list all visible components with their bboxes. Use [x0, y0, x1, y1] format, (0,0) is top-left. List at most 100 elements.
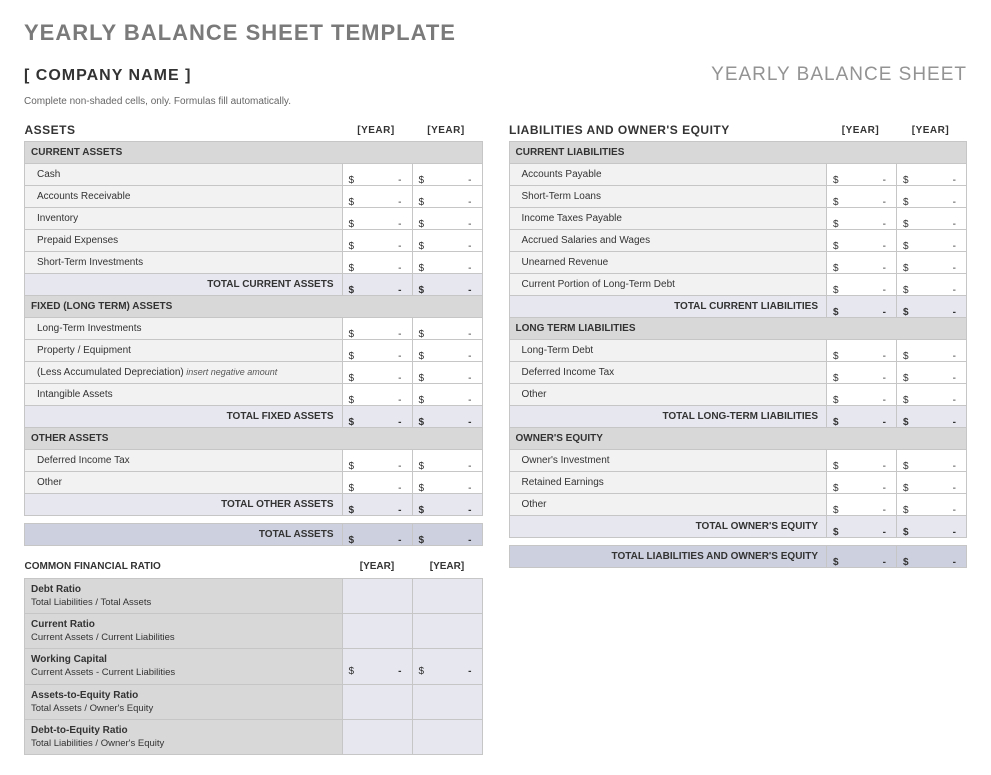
value-cell[interactable]: $-: [342, 164, 412, 186]
liab-year-2[interactable]: [YEAR]: [897, 119, 967, 142]
ratio-value: [412, 613, 482, 648]
value-cell[interactable]: $-: [342, 340, 412, 362]
table-row: Deferred Income Tax$-$-: [509, 362, 967, 384]
ratio-value: [412, 719, 482, 754]
value-cell[interactable]: $-: [342, 186, 412, 208]
table-row: Owner's Investment$-$-: [509, 450, 967, 472]
ratio-value: [412, 578, 482, 613]
liab-year-1[interactable]: [YEAR]: [827, 119, 897, 142]
table-row: Accrued Salaries and Wages$-$-: [509, 230, 967, 252]
value-cell[interactable]: $-: [412, 164, 482, 186]
row-label: Income Taxes Payable: [509, 208, 827, 230]
table-row: Deferred Income Tax$-$-: [25, 450, 483, 472]
value-cell[interactable]: $-: [827, 340, 897, 362]
value-cell[interactable]: $-: [897, 252, 967, 274]
ratios-table: COMMON FINANCIAL RATIO [YEAR] [YEAR] Deb…: [24, 556, 483, 755]
ratio-value: [342, 613, 412, 648]
value-cell[interactable]: $-: [897, 494, 967, 516]
value-cell[interactable]: $-: [412, 318, 482, 340]
value-cell[interactable]: $-: [827, 362, 897, 384]
total-other-assets-y2: $-: [412, 494, 482, 516]
value-cell[interactable]: $-: [897, 186, 967, 208]
value-cell[interactable]: $-: [412, 186, 482, 208]
total-fixed-assets-y2: $-: [412, 406, 482, 428]
value-cell[interactable]: $-: [827, 164, 897, 186]
value-cell[interactable]: $-: [412, 230, 482, 252]
ratio-label: Working CapitalCurrent Assets - Current …: [25, 649, 343, 684]
value-cell[interactable]: $-: [412, 340, 482, 362]
year-col-1[interactable]: [YEAR]: [342, 119, 412, 142]
ratio-value: [342, 719, 412, 754]
value-cell[interactable]: $-: [897, 450, 967, 472]
value-cell[interactable]: $-: [897, 208, 967, 230]
company-name[interactable]: [ COMPANY NAME ]: [24, 67, 191, 85]
ratio-label: Debt RatioTotal Liabilities / Total Asse…: [25, 578, 343, 613]
value-cell[interactable]: $-: [827, 384, 897, 406]
table-row: Other$-$-: [25, 472, 483, 494]
row-label: Prepaid Expenses: [25, 230, 343, 252]
table-row: Inventory$-$-: [25, 208, 483, 230]
value-cell[interactable]: $-: [412, 384, 482, 406]
total-longterm-liabilities-y2: $-: [897, 406, 967, 428]
value-cell[interactable]: $-: [412, 252, 482, 274]
total-fixed-assets-label: TOTAL FIXED ASSETS: [25, 406, 343, 428]
year-col-2[interactable]: [YEAR]: [412, 119, 482, 142]
value-cell[interactable]: $-: [342, 472, 412, 494]
value-cell[interactable]: $-: [827, 494, 897, 516]
table-row: Accounts Payable$-$-: [509, 164, 967, 186]
row-label: Inventory: [25, 208, 343, 230]
owners-equity-header: OWNER'S EQUITY: [509, 428, 967, 450]
ratio-label: Assets-to-Equity RatioTotal Assets / Own…: [25, 684, 343, 719]
value-cell[interactable]: $-: [342, 362, 412, 384]
value-cell[interactable]: $-: [897, 230, 967, 252]
value-cell[interactable]: $-: [412, 450, 482, 472]
value-cell[interactable]: $-: [342, 252, 412, 274]
ratios-year-2: [YEAR]: [412, 556, 482, 578]
row-label: Cash: [25, 164, 343, 186]
table-row: Other$-$-: [509, 494, 967, 516]
ratio-value: [412, 684, 482, 719]
value-cell[interactable]: $-: [897, 384, 967, 406]
ratio-label: Current RatioCurrent Assets / Current Li…: [25, 613, 343, 648]
instructions: Complete non-shaded cells, only. Formula…: [24, 96, 967, 107]
value-cell[interactable]: $-: [412, 362, 482, 384]
value-cell[interactable]: $-: [897, 362, 967, 384]
value-cell[interactable]: $-: [342, 230, 412, 252]
value-cell[interactable]: $-: [342, 450, 412, 472]
ratio-value: $-: [412, 649, 482, 684]
total-longterm-liabilities-y1: $-: [827, 406, 897, 428]
value-cell[interactable]: $-: [342, 208, 412, 230]
row-label: Accrued Salaries and Wages: [509, 230, 827, 252]
table-row: Current Portion of Long-Term Debt$-$-: [509, 274, 967, 296]
value-cell[interactable]: $-: [897, 164, 967, 186]
value-cell[interactable]: $-: [897, 472, 967, 494]
assets-column: ASSETS [YEAR] [YEAR] CURRENT ASSETS Cash…: [24, 119, 483, 755]
total-liabilities-equity-y2: $-: [897, 546, 967, 568]
value-cell[interactable]: $-: [897, 274, 967, 296]
row-label: Deferred Income Tax: [509, 362, 827, 384]
total-owners-equity-y1: $-: [827, 516, 897, 538]
current-assets-header: CURRENT ASSETS: [25, 142, 483, 164]
value-cell[interactable]: $-: [412, 472, 482, 494]
total-fixed-assets-y1: $-: [342, 406, 412, 428]
value-cell[interactable]: $-: [827, 274, 897, 296]
liabilities-heading: LIABILITIES AND OWNER'S EQUITY: [509, 119, 827, 142]
row-label: Other: [509, 494, 827, 516]
table-row: Retained Earnings$-$-: [509, 472, 967, 494]
total-longterm-liabilities-label: TOTAL LONG-TERM LIABILITIES: [509, 406, 827, 428]
value-cell[interactable]: $-: [897, 340, 967, 362]
value-cell[interactable]: $-: [827, 252, 897, 274]
value-cell[interactable]: $-: [827, 186, 897, 208]
value-cell[interactable]: $-: [342, 384, 412, 406]
value-cell[interactable]: $-: [827, 450, 897, 472]
liabilities-table: LIABILITIES AND OWNER'S EQUITY [YEAR] [Y…: [509, 119, 968, 568]
total-assets-y1: $-: [342, 524, 412, 546]
table-row: Long-Term Investments$-$-: [25, 318, 483, 340]
value-cell[interactable]: $-: [827, 230, 897, 252]
value-cell[interactable]: $-: [342, 318, 412, 340]
value-cell[interactable]: $-: [412, 208, 482, 230]
value-cell[interactable]: $-: [827, 472, 897, 494]
value-cell[interactable]: $-: [827, 208, 897, 230]
total-current-assets-y2: $-: [412, 274, 482, 296]
ratio-row: Debt RatioTotal Liabilities / Total Asse…: [25, 578, 483, 613]
